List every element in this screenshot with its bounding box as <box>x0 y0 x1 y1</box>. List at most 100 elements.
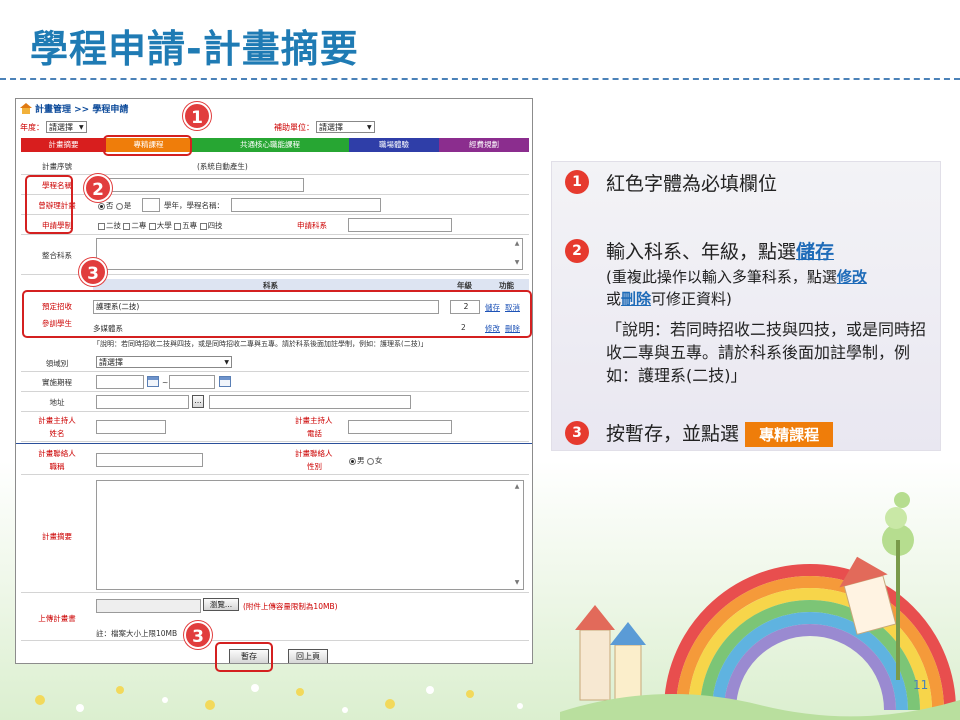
highlight-dept-rows <box>22 290 532 338</box>
integrated-label: 整合科系 <box>42 251 72 260</box>
note-2-explanation: 「說明：若同時招收二技與四技，或是同時招收二專與五專。請於科系後面加註學制，例如… <box>606 320 927 385</box>
dropdown-arrow-icon: ▼ <box>367 123 372 131</box>
summary-row: 計畫摘要 ▲ ▼ <box>21 477 529 593</box>
address-zip-input[interactable] <box>96 395 189 409</box>
checkbox-2yr-college[interactable] <box>123 222 131 230</box>
tab-summary[interactable]: 計畫摘要 <box>21 138 106 152</box>
checkbox-4yr-tech[interactable] <box>199 222 207 230</box>
note-2-sub: (重複此操作以輸入多筆科系，點選修改 或刪除可修正資料) <box>606 268 867 308</box>
prev-plan-name-input[interactable] <box>231 198 381 212</box>
step-marker-3-bottom: 3 <box>184 621 212 649</box>
tab-core-skills[interactable]: 共通核心職能課程 <box>191 138 349 152</box>
scroll-up-icon[interactable]: ▲ <box>513 240 521 248</box>
plan-no-note: (系統自動產生) <box>197 162 248 171</box>
tab-budget[interactable]: 經費規劃 <box>439 138 529 152</box>
period-row: 實施期程 ~ <box>21 372 529 392</box>
dropdown-arrow-icon: ▼ <box>224 358 229 366</box>
year-label: 年度： <box>20 122 44 132</box>
host-phone-label-1: 計畫主持人 <box>295 416 333 425</box>
radio-yes[interactable] <box>115 202 123 210</box>
breadcrumb-text: 計畫管理 >> 學程申請 <box>35 105 129 115</box>
checkbox-5yr-college[interactable] <box>174 222 182 230</box>
scroll-down-icon[interactable]: ▼ <box>513 579 521 587</box>
gender-options: 男 女 <box>349 455 382 466</box>
radio-no[interactable] <box>98 202 105 210</box>
integrated-textarea[interactable] <box>96 238 523 270</box>
year-select[interactable]: 請選擇 ▼ <box>46 121 87 133</box>
contact-title-label-1: 計畫聯絡人 <box>38 449 76 458</box>
highlight-course-tab <box>103 135 192 156</box>
checkbox-2yr-tech[interactable] <box>98 222 105 230</box>
dept-label: 申請科系 <box>297 221 327 230</box>
period-label: 實施期程 <box>42 378 72 387</box>
tab-bar: 計畫摘要 專精課程 共通核心職能課程 職場體驗 經費規劃 <box>21 138 529 152</box>
field-row: 領域別 請選擇 ▼ <box>21 354 529 372</box>
unit-select[interactable]: 請選擇 ▼ <box>316 121 375 133</box>
host-phone-label-2: 電話 <box>307 429 322 438</box>
host-phone-input[interactable] <box>348 420 452 434</box>
dept-note: 「說明：若同時招收二技與四技，或是同時招收二專與五專。請於科系後面加註學制，例如… <box>93 340 428 348</box>
address-input[interactable] <box>209 395 411 409</box>
period-separator: ~ <box>162 378 169 387</box>
note-3-badge: 3 <box>565 421 589 445</box>
edit-link-text: 修改 <box>836 268 867 286</box>
unit-filter: 補助單位： 請選擇 ▼ <box>274 121 375 133</box>
radio-male[interactable] <box>349 457 356 465</box>
upload-file-input[interactable] <box>96 599 201 613</box>
note-2-text: 輸入科系、年級，點選儲存 <box>606 241 835 263</box>
breadcrumb: 計畫管理 >> 學程申請 <box>20 102 128 115</box>
address-row: 地址 ... <box>21 392 529 412</box>
title-divider <box>0 78 960 80</box>
system-row: 申請學制 二技 二專 大學 五專 四技 申請科系 <box>21 215 529 235</box>
scroll-up-icon[interactable]: ▲ <box>513 483 521 491</box>
summary-label: 計畫摘要 <box>42 532 72 541</box>
contact-gender-label-2: 性別 <box>307 462 322 471</box>
step-marker-1: 2 <box>84 174 112 202</box>
system-options: 二技 二專 大學 五專 四技 <box>98 220 223 231</box>
scroll-down-icon[interactable]: ▼ <box>513 259 521 267</box>
summary-textarea[interactable] <box>96 480 524 590</box>
calendar-icon[interactable] <box>147 376 159 387</box>
contact-title-input[interactable] <box>96 453 203 467</box>
checkbox-university[interactable] <box>148 222 156 230</box>
contact-title-label-2: 職稱 <box>49 462 65 471</box>
plan-no-row: 計畫序號 (系統自動產生) <box>21 157 529 175</box>
address-lookup-button[interactable]: ... <box>192 395 204 408</box>
rainbow-decoration <box>560 492 960 720</box>
host-name-input[interactable] <box>96 420 166 434</box>
note-2-badge: 2 <box>565 239 589 263</box>
prev-plan-year-input[interactable] <box>142 198 160 212</box>
tab-workplace[interactable]: 職場體驗 <box>349 138 439 152</box>
home-icon[interactable] <box>20 103 32 114</box>
contact-gender-label-1: 計畫聯絡人 <box>295 449 333 458</box>
browse-button[interactable]: 瀏覽... <box>203 598 239 611</box>
year-filter: 年度： 請選擇 ▼ <box>20 121 87 133</box>
calendar-icon[interactable] <box>219 376 231 387</box>
dept-input[interactable] <box>348 218 452 232</box>
frame-divider <box>16 443 532 444</box>
period-start-input[interactable] <box>96 375 144 389</box>
upload-row: 上傳計畫書 瀏覽... (附件上傳容量限制為10MB) 註：檔案大小上限10MB <box>21 595 529 641</box>
program-name-input[interactable] <box>96 178 304 192</box>
delete-link-text: 刪除 <box>621 290 652 308</box>
upload-limit-note: (附件上傳容量限制為10MB) <box>243 602 338 611</box>
flower-decoration <box>35 684 523 713</box>
save-link-text: 儲存 <box>796 241 835 263</box>
instruction-panel: 1 紅色字體為必填欄位 2 輸入科系、年級，點選儲存 (重複此操作以輸入多筆科系… <box>551 161 941 451</box>
step-marker-3-top: 1 <box>183 102 211 130</box>
contact-row: 計畫聯絡人 職稱 計畫聯絡人 性別 男 女 <box>21 445 529 475</box>
unit-label: 補助單位： <box>274 122 314 132</box>
period-end-input[interactable] <box>169 375 215 389</box>
note-1-text: 紅色字體為必填欄位 <box>606 173 778 195</box>
upload-hint: 註：檔案大小上限10MB <box>96 629 178 638</box>
prev-plan-options: 否 是 <box>98 200 131 211</box>
highlight-save-button <box>215 642 273 672</box>
back-button[interactable]: 回上頁 <box>288 649 328 663</box>
prev-plan-note: 學年，學程名稱： <box>164 201 224 210</box>
note-1-badge: 1 <box>565 170 589 194</box>
field-select[interactable]: 請選擇 ▼ <box>96 356 232 368</box>
radio-female[interactable] <box>366 457 374 465</box>
field-label: 領域別 <box>45 359 69 368</box>
step-marker-2: 3 <box>79 258 107 286</box>
host-name-label-1: 計畫主持人 <box>38 416 76 425</box>
